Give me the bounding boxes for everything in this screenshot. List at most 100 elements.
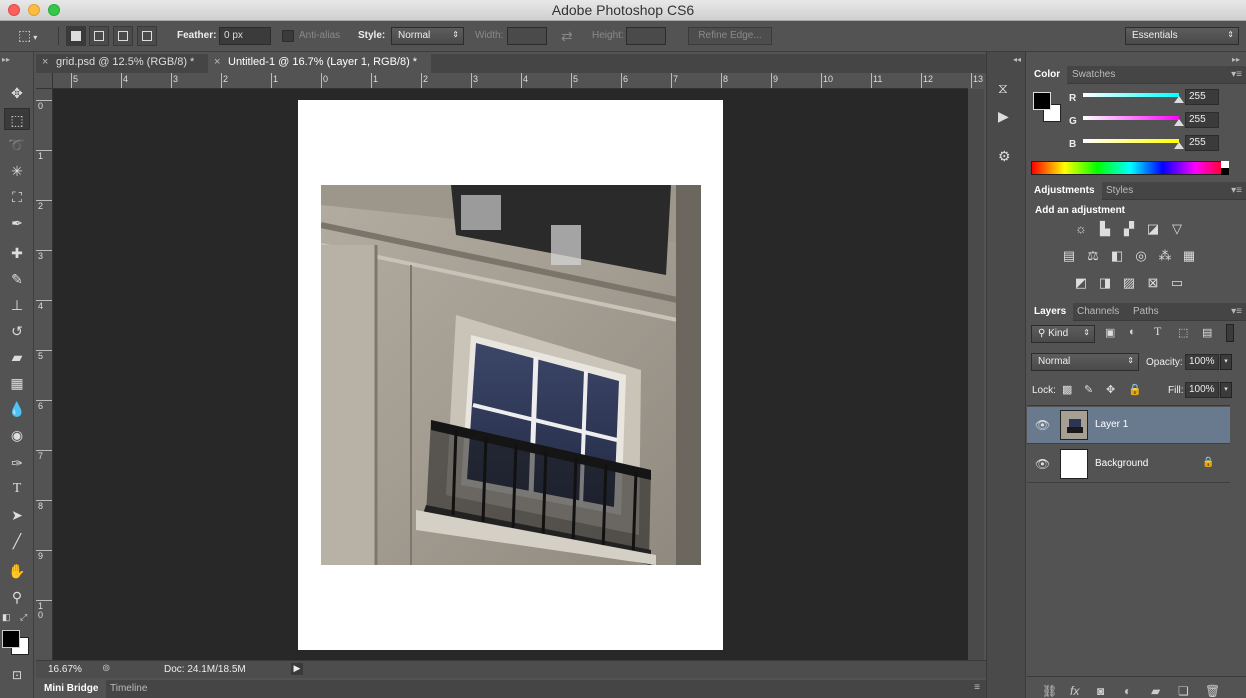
clone-stamp-tool-icon[interactable]: ⊥ — [4, 294, 30, 316]
layer-name[interactable]: Background — [1095, 458, 1148, 469]
new-selection-button[interactable] — [66, 26, 86, 46]
gradient-map-icon[interactable]: ▭ — [1169, 275, 1185, 291]
channel-slider[interactable] — [1083, 93, 1179, 97]
tab-adjustments[interactable]: Adjustments — [1027, 182, 1102, 200]
layer-1-photo[interactable] — [321, 185, 701, 565]
style-select[interactable]: Normal ⇕ — [391, 27, 464, 45]
slider-knob[interactable] — [1174, 96, 1184, 103]
layer-filter-kind-select[interactable]: ⚲ Kind ⇕ — [1031, 325, 1095, 343]
color-balance-icon[interactable]: ⚖ — [1085, 248, 1101, 264]
fill-input[interactable]: 100% — [1185, 382, 1219, 398]
new-layer-icon[interactable]: ❏ — [1178, 684, 1189, 698]
collapse-dock-icon[interactable]: ◂◂ — [1013, 55, 1021, 64]
marquee-tool-icon[interactable]: ⬚ — [4, 108, 30, 130]
channel-value-input[interactable]: 255 — [1185, 89, 1219, 105]
collapse-tools-icon[interactable]: ▸▸ — [2, 55, 10, 64]
visibility-eye-icon[interactable]: 👁 — [1035, 457, 1050, 471]
zoom-tool-icon[interactable]: ⚲ — [4, 586, 30, 608]
healing-brush-tool-icon[interactable]: ✚ — [4, 242, 30, 264]
properties-panel-icon[interactable]: ⚙ — [998, 148, 1011, 165]
hue-saturation-icon[interactable]: ▤ — [1061, 248, 1077, 264]
visibility-eye-icon[interactable]: 👁 — [1035, 418, 1050, 432]
foreground-color-swatch[interactable] — [2, 630, 20, 648]
line-tool-icon[interactable]: ╱ — [4, 530, 30, 552]
layer-row-background[interactable]: 👁 Background 🔒 — [1027, 446, 1230, 483]
filter-shape-layers-icon[interactable]: ⬚ — [1178, 326, 1188, 339]
foreground-color-chip[interactable] — [1033, 92, 1051, 110]
pen-tool-icon[interactable]: ✑ — [4, 452, 30, 474]
brush-tool-icon[interactable]: ✎ — [4, 268, 30, 290]
document-canvas[interactable] — [298, 100, 723, 650]
channel-value-input[interactable]: 255 — [1185, 135, 1219, 151]
swap-width-height-icon[interactable]: ⇄ — [561, 28, 573, 45]
invert-icon[interactable]: ◩ — [1073, 275, 1089, 291]
subtract-from-selection-button[interactable] — [113, 26, 133, 46]
history-brush-tool-icon[interactable]: ↺ — [4, 320, 30, 342]
zoom-level[interactable]: 16.67% — [48, 664, 82, 675]
swap-colors-icon[interactable]: ⤢ — [20, 612, 27, 623]
status-menu-arrow-icon[interactable]: ▶ — [291, 663, 303, 675]
panel-menu-icon[interactable]: ≡ — [974, 682, 980, 693]
layer-name[interactable]: Layer 1 — [1095, 419, 1128, 430]
history-panel-icon[interactable]: ⧖ — [998, 80, 1008, 97]
tab-color[interactable]: Color — [1027, 66, 1068, 84]
dodge-tool-icon[interactable]: ◉ — [4, 424, 30, 446]
filter-type-layers-icon[interactable]: T — [1154, 324, 1161, 339]
layer-row-layer-1[interactable]: 👁 Layer 1 — [1027, 407, 1230, 444]
close-tab-icon[interactable]: × — [214, 56, 220, 68]
layer-lock-icon[interactable]: 🔒 — [1202, 457, 1214, 468]
width-input[interactable] — [507, 27, 547, 45]
tab-paths[interactable]: Paths — [1126, 303, 1166, 321]
lasso-tool-icon[interactable]: ➰ — [4, 134, 30, 156]
height-input[interactable] — [626, 27, 666, 45]
path-selection-tool-icon[interactable]: ➤ — [4, 504, 30, 526]
filter-adjustment-layers-icon[interactable]: ◐ — [1129, 326, 1136, 338]
link-layers-icon[interactable]: ⛓ — [1042, 684, 1057, 698]
ruler-origin[interactable] — [36, 73, 53, 89]
channel-value-input[interactable]: 255 — [1185, 112, 1219, 128]
lock-image-icon[interactable]: ✎ — [1084, 383, 1093, 396]
tab-mini-bridge[interactable]: Mini Bridge — [36, 680, 107, 698]
filter-smart-objects-icon[interactable]: ▤ — [1202, 326, 1212, 339]
collapse-panels-icon[interactable]: ▸▸ — [1232, 55, 1240, 64]
exposure-icon[interactable]: ◪ — [1145, 221, 1161, 237]
channel-mixer-icon[interactable]: ⁂ — [1157, 248, 1173, 264]
move-tool-icon[interactable]: ✥ — [4, 82, 30, 104]
layer-style-icon[interactable]: fx — [1070, 684, 1079, 698]
opacity-input[interactable]: 100% — [1185, 354, 1219, 370]
quick-mask-icon[interactable]: ⊡ — [4, 664, 30, 686]
panel-menu-icon[interactable]: ▾≡ — [1231, 306, 1242, 317]
default-colors-icon[interactable]: ◧ — [2, 612, 11, 623]
curves-icon[interactable]: ▞ — [1121, 221, 1137, 237]
tab-swatches[interactable]: Swatches — [1065, 66, 1122, 84]
threshold-icon[interactable]: ▨ — [1121, 275, 1137, 291]
crop-tool-icon[interactable]: ⛶ — [4, 186, 30, 208]
tab-untitled-1[interactable]: × Untitled-1 @ 16.7% (Layer 1, RGB/8) * — [208, 54, 431, 73]
eraser-tool-icon[interactable]: ▰ — [4, 346, 30, 368]
color-spectrum[interactable] — [1031, 161, 1229, 175]
vertical-scrollbar[interactable] — [968, 89, 984, 660]
lock-transparent-icon[interactable]: ▩ — [1062, 383, 1072, 396]
tab-grid-psd[interactable]: × grid.psd @ 12.5% (RGB/8) * — [36, 54, 207, 73]
anti-alias-checkbox[interactable] — [282, 30, 294, 42]
posterize-icon[interactable]: ◨ — [1097, 275, 1113, 291]
type-tool-icon[interactable]: T — [4, 478, 30, 500]
panel-menu-icon[interactable]: ▾≡ — [1231, 185, 1242, 196]
canvas-area[interactable] — [53, 89, 968, 660]
fill-dropdown-icon[interactable]: ▾ — [1220, 382, 1232, 398]
color-lookup-icon[interactable]: ▦ — [1181, 248, 1197, 264]
feather-input[interactable]: 0 px — [219, 27, 271, 45]
horizontal-ruler[interactable]: 5 4 3 2 1 0 1 2 3 4 5 6 7 8 9 10 11 12 13 — [53, 73, 983, 89]
opacity-dropdown-icon[interactable]: ▾ — [1220, 354, 1232, 370]
panel-menu-icon[interactable]: ▾≡ — [1231, 69, 1242, 80]
workspace-select[interactable]: Essentials ⇕ — [1125, 27, 1239, 45]
tab-layers[interactable]: Layers — [1027, 303, 1074, 321]
channel-slider[interactable] — [1083, 139, 1179, 143]
add-mask-icon[interactable]: ◙ — [1097, 684, 1104, 698]
tab-channels[interactable]: Channels — [1070, 303, 1126, 321]
levels-icon[interactable]: ▙ — [1097, 221, 1113, 237]
new-group-icon[interactable]: ▰ — [1151, 684, 1160, 698]
slider-knob[interactable] — [1174, 119, 1184, 126]
black-white-icon[interactable]: ◧ — [1109, 248, 1125, 264]
lock-position-icon[interactable]: ✥ — [1106, 383, 1115, 396]
